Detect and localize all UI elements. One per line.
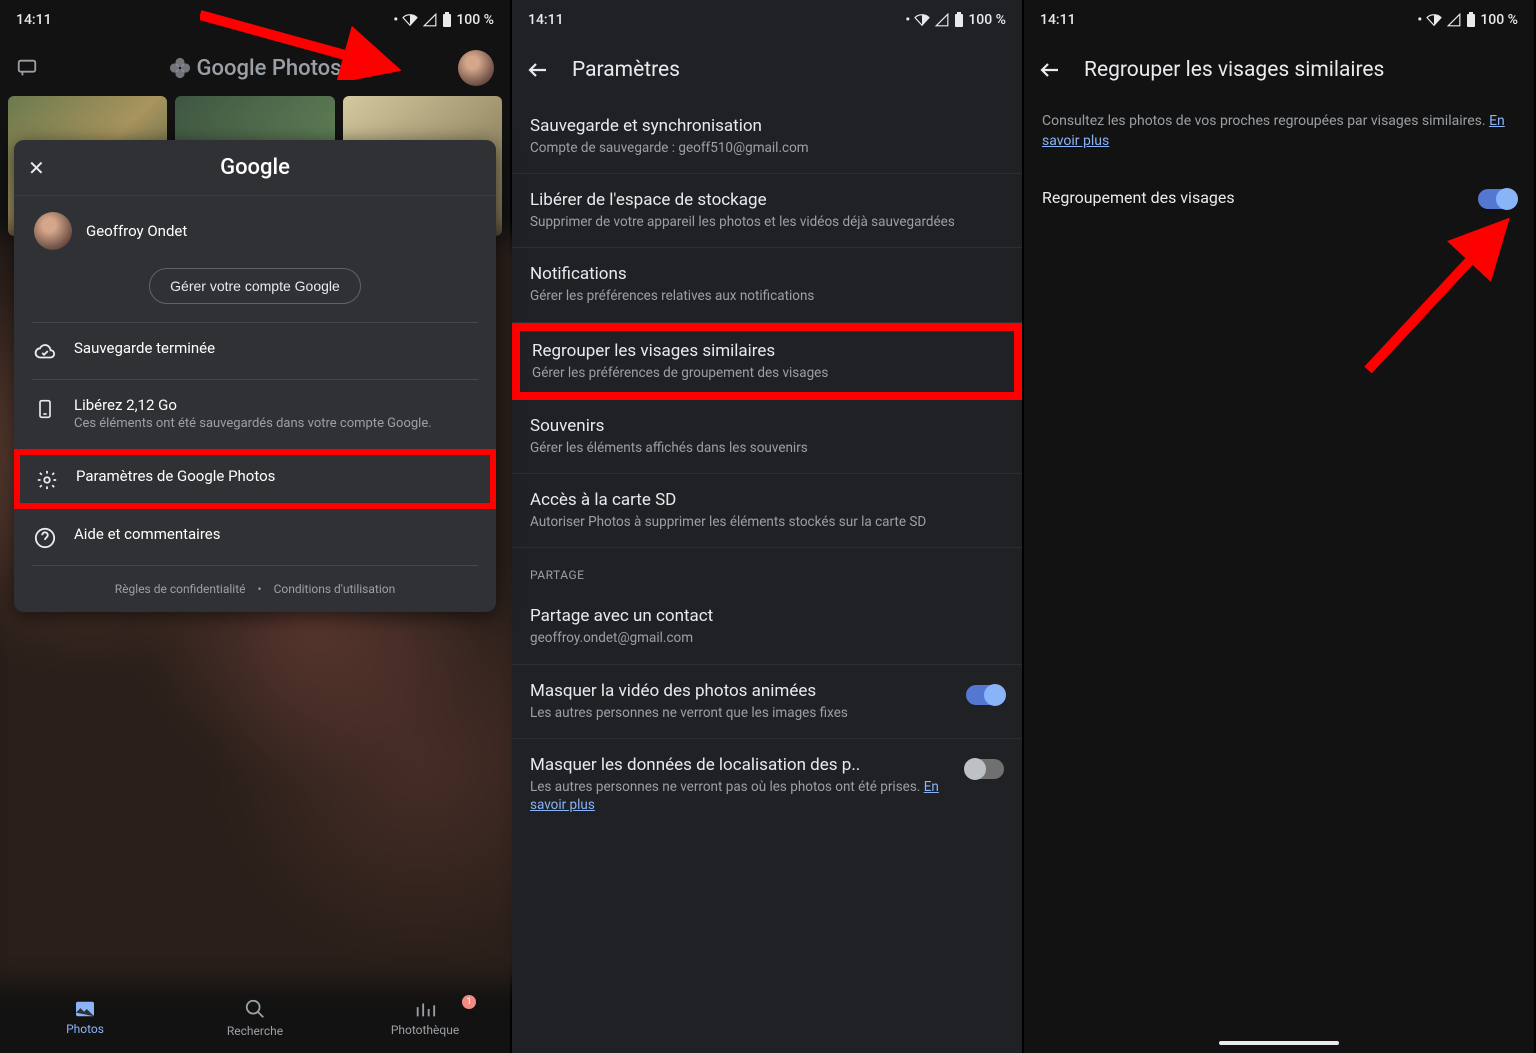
google-photos-logo-icon — [169, 57, 191, 79]
backup-done-row[interactable]: Sauvegarde terminée — [14, 323, 496, 379]
cloud-check-icon — [34, 341, 56, 363]
gesture-handle[interactable] — [1024, 1033, 1534, 1053]
google-logo: Google — [220, 155, 290, 180]
battery-icon — [442, 12, 452, 28]
wifi-icon — [1426, 13, 1442, 27]
back-arrow-icon[interactable] — [1038, 58, 1062, 82]
wifi-icon — [914, 13, 930, 27]
screen-2-settings: 14:11 • 100 % Paramètres Sauvegarde et s… — [512, 0, 1024, 1053]
setting-hide-location[interactable]: Masquer les données de localisation des … — [512, 739, 1022, 830]
setting-free-storage[interactable]: Libérer de l'espace de stockage Supprime… — [512, 174, 1022, 248]
battery-icon — [954, 12, 964, 28]
terms-link[interactable]: Conditions d'utilisation — [274, 582, 396, 596]
settings-header: Regrouper les visages similaires — [1024, 40, 1534, 100]
page-description: Consultez les photos de vos proches regr… — [1024, 100, 1534, 171]
badge: 1 — [462, 995, 476, 1009]
photos-icon — [74, 1000, 96, 1018]
account-card: ✕ Google Geoffroy Ondet Gérer votre comp… — [14, 140, 496, 612]
status-icons: • 100 % — [1417, 12, 1518, 28]
setting-memories[interactable]: Souvenirs Gérer les éléments affichés da… — [512, 400, 1022, 474]
avatar[interactable] — [458, 50, 494, 86]
screen-1-google-photos: 14:11 • 100 % Google Photos ✕ Google — [0, 0, 512, 1053]
signal-icon — [1446, 13, 1462, 27]
status-icons: • 100 % — [905, 12, 1006, 28]
manage-account-button[interactable]: Gérer votre compte Google — [149, 268, 361, 304]
annotation-arrow-1-icon — [200, 10, 430, 80]
clock: 14:11 — [1040, 12, 1076, 28]
setting-backup-sync[interactable]: Sauvegarde et synchronisation Compte de … — [512, 100, 1022, 174]
toggle-hide-video[interactable] — [966, 685, 1004, 705]
section-label-share: PARTAGE — [512, 548, 1022, 590]
clock: 14:11 — [16, 12, 52, 28]
annotation-arrow-2-icon — [1358, 210, 1518, 380]
nav-search[interactable]: Recherche — [170, 983, 340, 1053]
user-name: Geoffroy Ondet — [86, 222, 187, 240]
settings-header: Paramètres — [512, 40, 1022, 100]
battery-icon — [1466, 12, 1476, 28]
toggle-face-grouping[interactable] — [1478, 189, 1516, 209]
toggle-hide-location[interactable] — [966, 759, 1004, 779]
card-footer: Règles de confidentialité • Conditions d… — [14, 566, 496, 612]
setting-hide-motion-video[interactable]: Masquer la vidéo des photos animées Les … — [512, 665, 1022, 739]
phone-storage-icon — [34, 398, 56, 420]
setting-group-faces[interactable]: Regrouper les visages similaires Gérer l… — [512, 323, 1022, 400]
screen-3-group-faces: 14:11 • 100 % Regrouper les visages simi… — [1024, 0, 1536, 1053]
bottom-nav: Photos Recherche 1 Photothèque — [0, 983, 510, 1053]
settings-list: Sauvegarde et synchronisation Compte de … — [512, 100, 1022, 1053]
privacy-link[interactable]: Règles de confidentialité — [115, 582, 246, 596]
status-bar: 14:11 • 100 % — [512, 0, 1022, 40]
battery-pct: 100 % — [456, 12, 494, 28]
page-title: Paramètres — [572, 58, 680, 82]
close-icon[interactable]: ✕ — [28, 156, 45, 180]
setting-partner-sharing[interactable]: Partage avec un contact geoffroy.ondet@g… — [512, 590, 1022, 664]
status-bar: 14:11 • 100 % — [1024, 0, 1534, 40]
clock: 14:11 — [528, 12, 564, 28]
comment-icon[interactable] — [16, 57, 38, 79]
help-icon — [34, 527, 56, 549]
back-arrow-icon[interactable] — [526, 58, 550, 82]
nav-library[interactable]: 1 Photothèque — [340, 983, 510, 1053]
library-icon — [414, 999, 436, 1019]
free-storage-row[interactable]: Libérez 2,12 Go Ces éléments ont été sau… — [14, 380, 496, 449]
signal-icon — [934, 13, 950, 27]
avatar — [34, 212, 72, 250]
setting-notifications[interactable]: Notifications Gérer les préférences rela… — [512, 248, 1022, 322]
nav-photos[interactable]: Photos — [0, 983, 170, 1053]
page-title: Regrouper les visages similaires — [1084, 58, 1384, 82]
account-row[interactable]: Geoffroy Ondet — [14, 196, 496, 254]
search-icon — [244, 998, 266, 1020]
gear-icon — [36, 469, 58, 491]
help-feedback-row[interactable]: Aide et commentaires — [14, 509, 496, 565]
setting-sd-access[interactable]: Accès à la carte SD Autoriser Photos à s… — [512, 474, 1022, 548]
google-photos-settings-row[interactable]: Paramètres de Google Photos — [14, 449, 496, 509]
